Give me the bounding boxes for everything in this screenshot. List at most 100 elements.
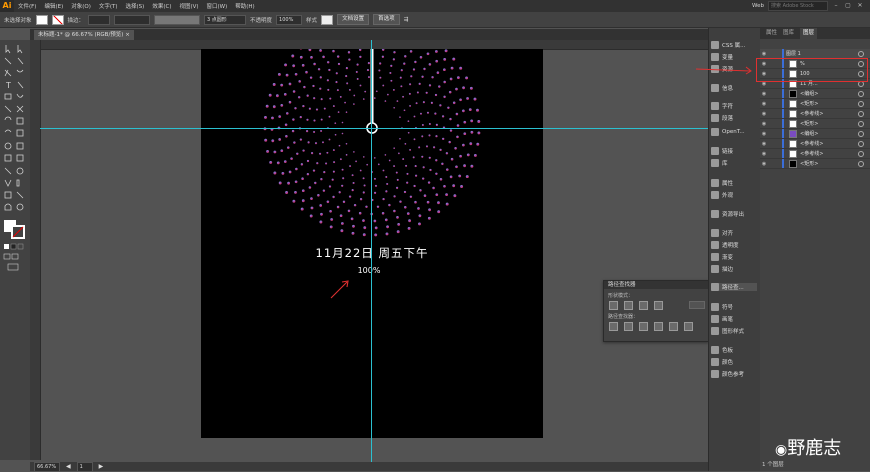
dock-swatches[interactable]: 色板 bbox=[711, 346, 733, 354]
dock-libraries[interactable]: 库 bbox=[711, 159, 728, 167]
merge-icon[interactable] bbox=[639, 322, 648, 331]
dock-opentype[interactable]: OpenT... bbox=[711, 128, 745, 136]
layer-row[interactable]: ◉<参考线> bbox=[760, 109, 870, 119]
prev-artboard-icon[interactable]: ◀ bbox=[66, 463, 71, 470]
layer-row[interactable]: ◉<矩形> bbox=[760, 119, 870, 129]
dock-align[interactable]: 对齐 bbox=[711, 229, 733, 237]
next-artboard-icon[interactable]: ▶ bbox=[99, 463, 104, 470]
target-icon[interactable] bbox=[858, 91, 864, 97]
close-tab-icon[interactable]: × bbox=[125, 32, 130, 38]
eye-icon[interactable]: ◉ bbox=[760, 161, 768, 167]
eye-icon[interactable]: ◉ bbox=[760, 101, 768, 107]
variable-width-field[interactable] bbox=[114, 15, 150, 25]
document-tab[interactable]: 未标题-1* @ 66.67% (RGB/预览) × bbox=[34, 30, 134, 40]
dock-graphic-styles[interactable]: 图形样式 bbox=[711, 327, 744, 335]
dock-symbols[interactable]: 符号 bbox=[711, 303, 733, 311]
menu-window[interactable]: 窗口(W) bbox=[203, 2, 232, 10]
minus-front-icon[interactable] bbox=[624, 301, 633, 310]
eye-icon[interactable]: ◉ bbox=[760, 111, 768, 117]
arrange-icon[interactable]: ⇶ bbox=[404, 17, 409, 23]
eye-icon[interactable]: ◉ bbox=[760, 51, 768, 57]
dock-info[interactable]: 信息 bbox=[711, 84, 733, 92]
eye-icon[interactable]: ◉ bbox=[760, 131, 768, 137]
menu-select[interactable]: 选择(S) bbox=[122, 2, 149, 10]
workspace-switcher[interactable]: Web bbox=[752, 3, 764, 9]
document-settings-button[interactable]: 文档设置 bbox=[337, 14, 369, 25]
trim-icon[interactable] bbox=[624, 322, 633, 331]
eye-icon[interactable]: ◉ bbox=[760, 91, 768, 97]
horizontal-guide[interactable] bbox=[40, 128, 708, 129]
artboard[interactable]: 11月22日 周五下午 100% bbox=[201, 49, 543, 438]
brush-preview[interactable] bbox=[154, 15, 200, 25]
unite-icon[interactable] bbox=[609, 301, 618, 310]
target-icon[interactable] bbox=[858, 101, 864, 107]
menu-file[interactable]: 文件(F) bbox=[14, 2, 40, 10]
artboard-number-field[interactable]: 1 bbox=[77, 462, 93, 472]
eye-icon[interactable]: ◉ bbox=[760, 151, 768, 157]
dock-transparency[interactable]: 透明度 bbox=[711, 241, 739, 249]
dock-css-properties[interactable]: CSS 属... bbox=[711, 41, 745, 49]
tab-layers[interactable]: 图层 bbox=[800, 28, 817, 39]
maximize-icon[interactable]: ▢ bbox=[844, 2, 852, 10]
dock-character[interactable]: 字符 bbox=[711, 102, 733, 110]
menu-edit[interactable]: 编辑(E) bbox=[40, 2, 67, 10]
menu-help[interactable]: 帮助(H) bbox=[231, 2, 258, 10]
target-icon[interactable] bbox=[858, 111, 864, 117]
tab-libraries[interactable]: 图库 bbox=[783, 28, 794, 39]
target-icon[interactable] bbox=[858, 131, 864, 137]
menu-type[interactable]: 文字(T) bbox=[95, 2, 122, 10]
crop-icon[interactable] bbox=[654, 322, 663, 331]
layer-row[interactable]: ◉<参考线> bbox=[760, 149, 870, 159]
dock-asset-export[interactable]: 资源导出 bbox=[711, 210, 744, 218]
layer-row[interactable]: ◉<矩形> bbox=[760, 99, 870, 109]
opacity-field[interactable]: 100% bbox=[276, 15, 302, 25]
close-icon[interactable]: ✕ bbox=[856, 2, 864, 10]
fill-swatch[interactable] bbox=[36, 15, 48, 25]
dock-stroke[interactable]: 描边 bbox=[711, 265, 733, 273]
dock-color-guide[interactable]: 颜色参考 bbox=[711, 370, 744, 378]
menu-view[interactable]: 视图(V) bbox=[175, 2, 202, 10]
target-icon[interactable] bbox=[858, 151, 864, 157]
vertical-ruler[interactable] bbox=[30, 40, 41, 460]
date-text[interactable]: 11月22日 周五下午 bbox=[201, 245, 543, 261]
divide-icon[interactable] bbox=[609, 322, 618, 331]
dock-gradient[interactable]: 渐变 bbox=[711, 253, 733, 261]
pathfinder-title[interactable]: 路径查找器 bbox=[604, 281, 708, 289]
dock-properties[interactable]: 属性 bbox=[711, 179, 733, 187]
dock-pathfinder[interactable]: 路径查... bbox=[711, 283, 757, 291]
dock-color[interactable]: 颜色 bbox=[711, 358, 733, 366]
layer-row[interactable]: ◉<编组> bbox=[760, 129, 870, 139]
expand-button[interactable] bbox=[689, 301, 705, 309]
target-icon[interactable] bbox=[858, 51, 864, 57]
tab-properties[interactable]: 属性 bbox=[766, 28, 777, 39]
layer-row[interactable]: ◉<编组> bbox=[760, 89, 870, 99]
intersect-icon[interactable] bbox=[639, 301, 648, 310]
eye-icon[interactable]: ◉ bbox=[760, 121, 768, 127]
target-icon[interactable] bbox=[858, 121, 864, 127]
layer-row[interactable]: ◉<参考线> bbox=[760, 139, 870, 149]
layer-row[interactable]: ◉<矩形> bbox=[760, 159, 870, 169]
preferences-button[interactable]: 首选项 bbox=[373, 14, 400, 25]
minimize-icon[interactable]: – bbox=[832, 2, 840, 10]
dock-appearance[interactable]: 外观 bbox=[711, 191, 733, 199]
minus-back-icon[interactable] bbox=[684, 322, 693, 331]
dock-paragraph[interactable]: 段落 bbox=[711, 114, 733, 122]
vertical-guide[interactable] bbox=[371, 40, 372, 462]
dock-links[interactable]: 链接 bbox=[711, 147, 733, 155]
dock-variables[interactable]: 变量 bbox=[711, 53, 733, 61]
zoom-field[interactable]: 66.67% bbox=[34, 462, 60, 472]
stroke-weight-field[interactable] bbox=[88, 15, 110, 25]
menu-object[interactable]: 对象(O) bbox=[67, 2, 95, 10]
eye-icon[interactable]: ◉ bbox=[760, 141, 768, 147]
stock-search-input[interactable]: 搜索 Adobe Stock bbox=[768, 1, 828, 11]
stroke-swatch[interactable] bbox=[52, 15, 64, 25]
target-icon[interactable] bbox=[858, 161, 864, 167]
exclude-icon[interactable] bbox=[654, 301, 663, 310]
style-swatch[interactable] bbox=[321, 15, 333, 25]
target-icon[interactable] bbox=[858, 141, 864, 147]
brush-field[interactable]: 3 点圆形 bbox=[204, 15, 246, 25]
percent-text[interactable]: 100% bbox=[201, 266, 537, 275]
outline-icon[interactable] bbox=[669, 322, 678, 331]
menu-effect[interactable]: 效果(C) bbox=[148, 2, 175, 10]
dock-brushes[interactable]: 画笔 bbox=[711, 315, 733, 323]
